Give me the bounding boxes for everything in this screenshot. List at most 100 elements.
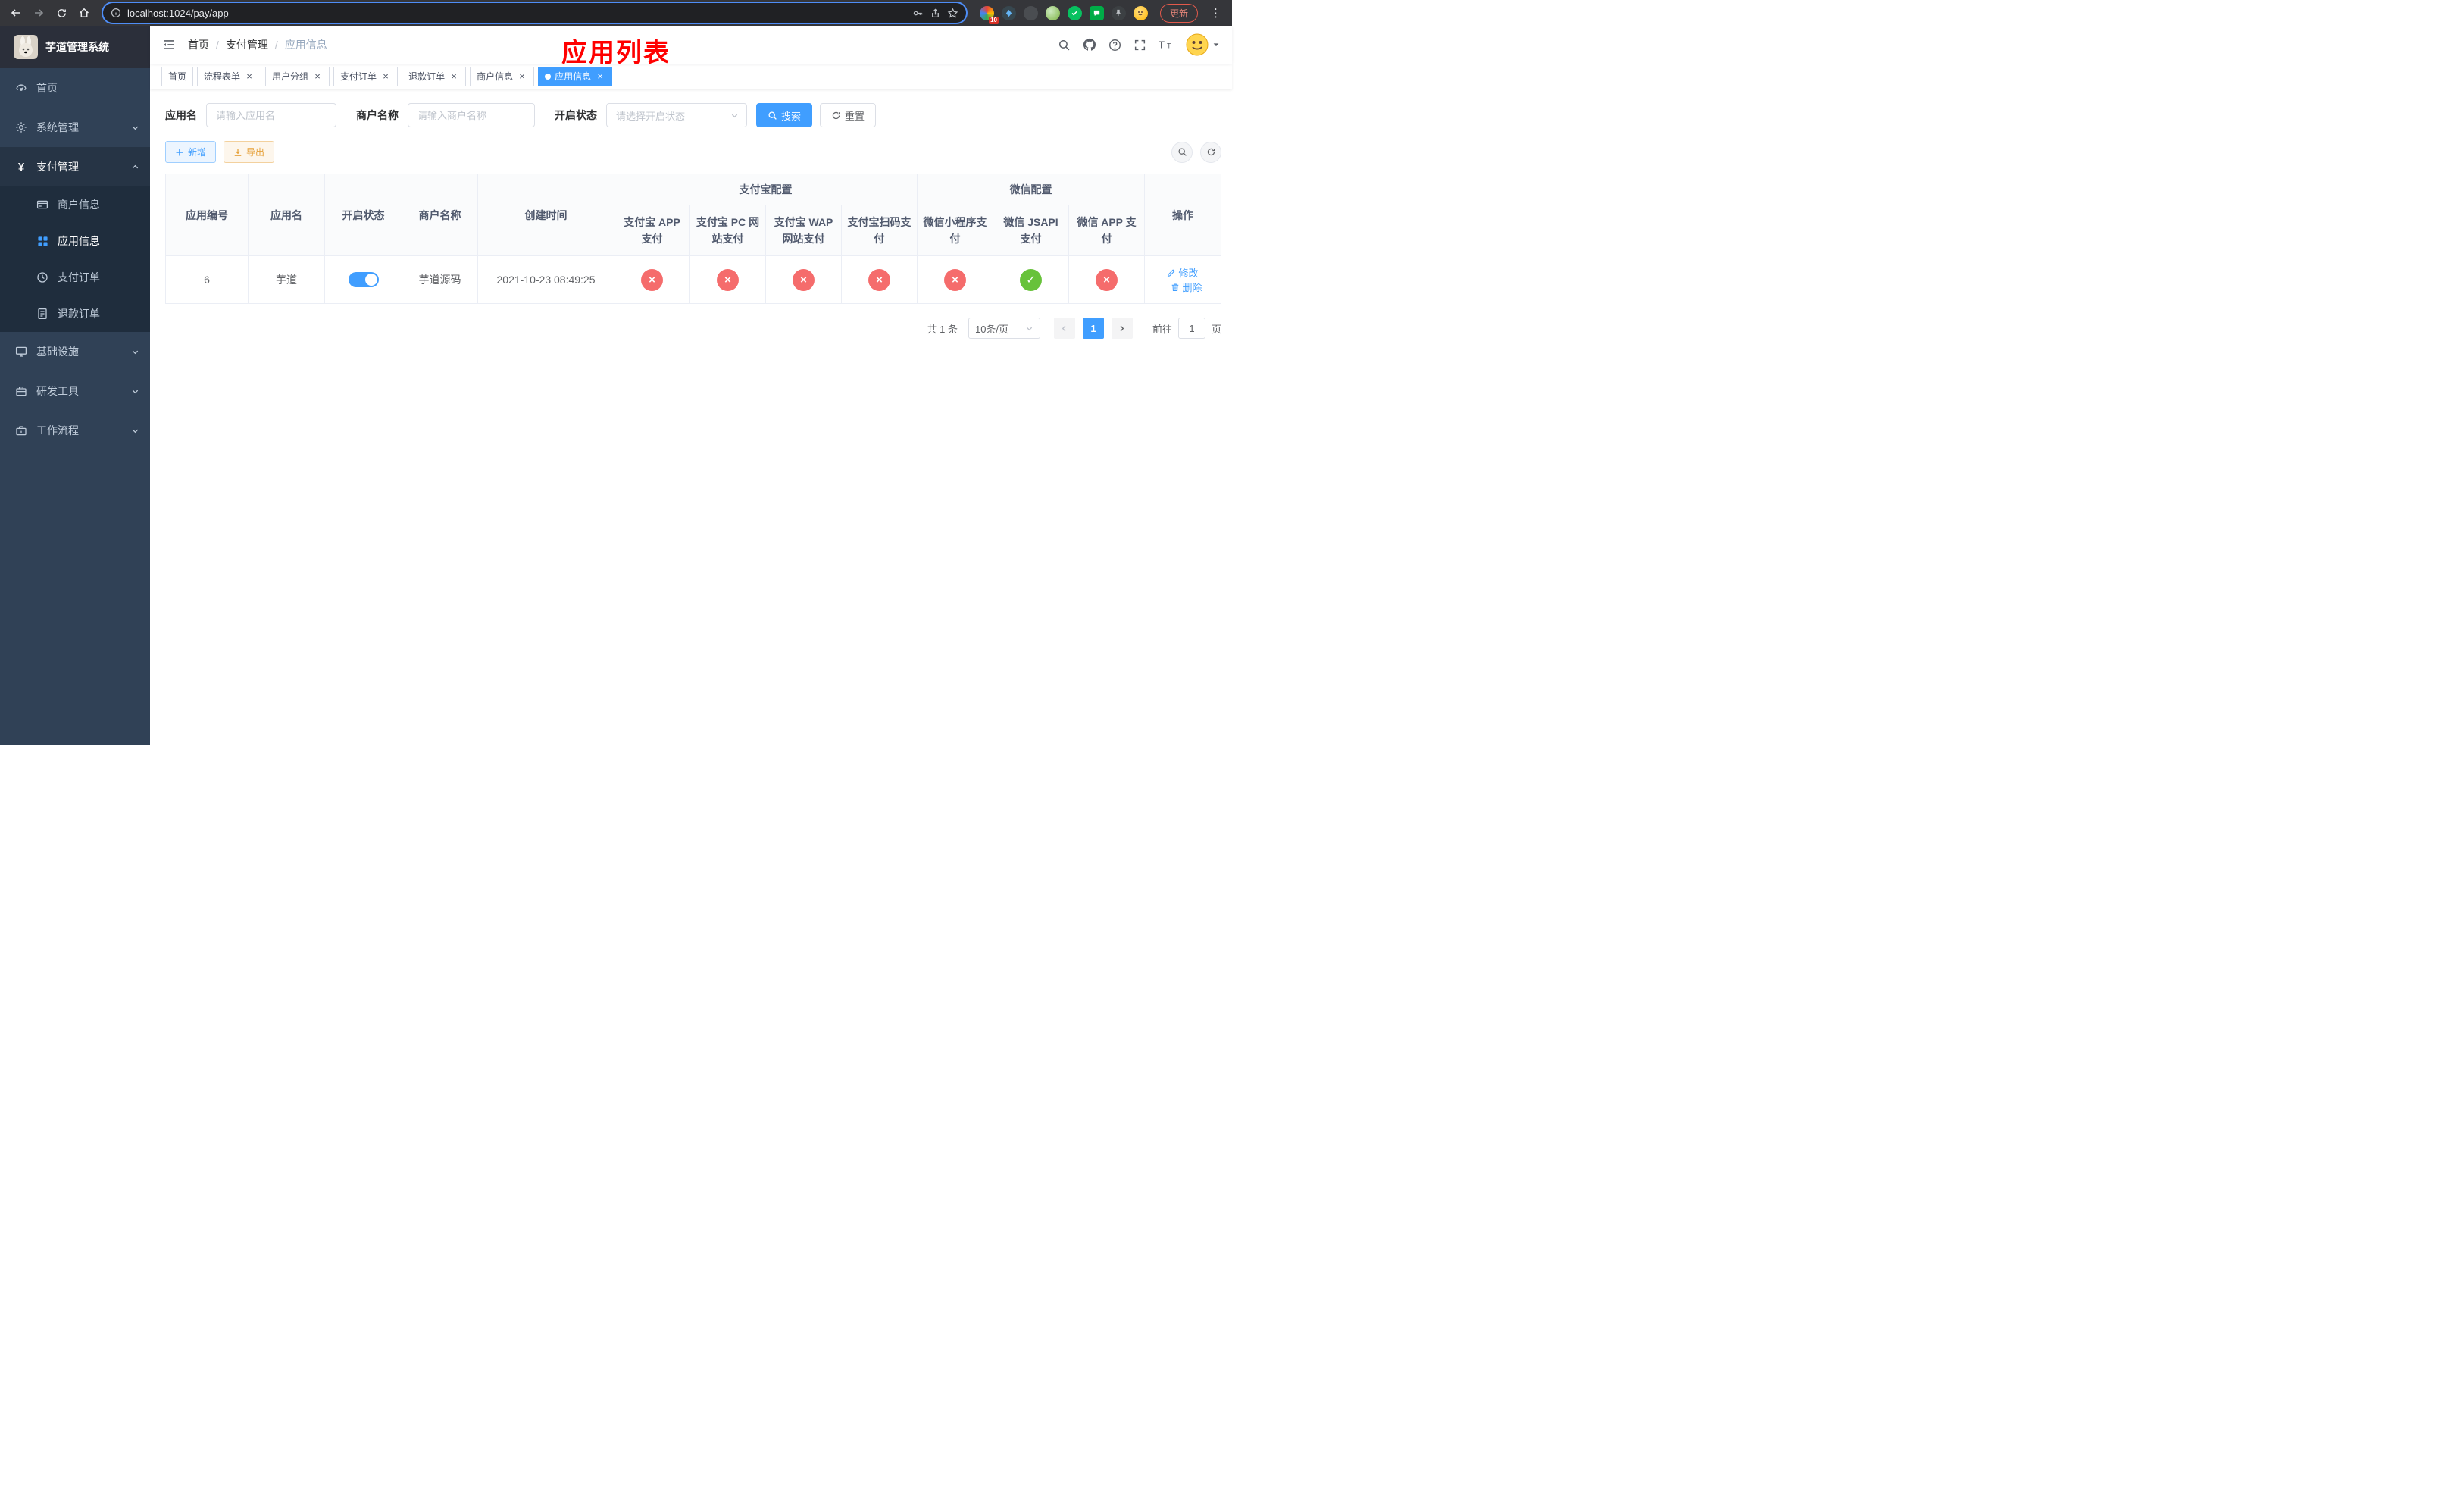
extension-wechat-devtools-icon[interactable] [1067, 5, 1082, 20]
breadcrumb-current: 应用信息 [284, 39, 327, 51]
refresh-table-button[interactable] [1200, 141, 1221, 163]
sidebar-item-payment[interactable]: ¥ 支付管理 [0, 147, 150, 186]
next-page-button[interactable] [1111, 318, 1133, 339]
sidebar-item-system[interactable]: 系统管理 [0, 108, 150, 147]
extension-blue-icon[interactable] [1001, 5, 1016, 20]
address-bar[interactable]: localhost:1024/pay/app [103, 3, 966, 23]
hamburger-icon[interactable] [162, 38, 176, 52]
col-app-name: 应用名 [248, 174, 325, 256]
password-key-icon[interactable] [912, 8, 924, 19]
tab-merchant-info[interactable]: 商户信息 × [470, 66, 535, 86]
caret-down-icon [1212, 41, 1220, 49]
user-menu[interactable] [1186, 33, 1220, 56]
browser-back-button[interactable] [6, 3, 26, 23]
reset-button[interactable]: 重置 [820, 103, 877, 127]
cell-actions: 修改 删除 [1144, 255, 1221, 304]
chevron-down-icon [1026, 327, 1033, 330]
goto-page-input[interactable] [1177, 318, 1205, 339]
top-navbar: 首页 / 支付管理 / 应用信息 T T [150, 26, 1232, 64]
browser-reload-button[interactable] [52, 3, 71, 23]
navbar-actions: TT [1058, 33, 1220, 56]
header-search-icon[interactable] [1058, 39, 1071, 52]
fullscreen-icon[interactable] [1134, 39, 1146, 52]
extension-chat-icon[interactable] [1089, 5, 1104, 20]
extension-avatar-icon[interactable] [1045, 5, 1060, 20]
sidebar-item-refund-orders[interactable]: 退款订单 [0, 296, 150, 332]
delete-button[interactable]: 删除 [1171, 280, 1202, 294]
bookmark-star-icon[interactable] [947, 7, 958, 19]
search-icon [768, 111, 777, 120]
toggle-search-button[interactable] [1171, 141, 1193, 163]
status-label: 开启状态 [555, 109, 597, 121]
chevron-down-icon [731, 114, 738, 117]
browser-menu-button[interactable]: ⋮ [1205, 6, 1226, 20]
prev-page-button[interactable] [1053, 318, 1075, 339]
page-number-1[interactable]: 1 [1082, 318, 1104, 339]
close-icon[interactable]: × [595, 71, 605, 82]
tab-refund-orders[interactable]: 退款订单 × [402, 66, 467, 86]
cell-app-id: 6 [165, 255, 249, 304]
merchant-name-input[interactable] [408, 103, 535, 127]
breadcrumb-home[interactable]: 首页 [188, 37, 209, 52]
extension-dark-icon[interactable] [1023, 5, 1038, 20]
status-select[interactable]: 请选择开启状态 [606, 103, 747, 127]
extension-badge: 10 [989, 16, 999, 24]
sidebar-item-label: 支付订单 [58, 271, 100, 283]
search-button[interactable]: 搜索 [756, 103, 813, 127]
tab-user-group[interactable]: 用户分组 × [265, 66, 330, 86]
col-alipay-wap: 支付宝 WAP 网站支付 [765, 205, 842, 256]
wechat-jsapi-status-icon: ✓ [1020, 268, 1042, 291]
sidebar-item-merchant-info[interactable]: 商户信息 [0, 186, 150, 223]
sidebar-item-label: 工作流程 [36, 424, 79, 437]
enabled-toggle[interactable] [348, 272, 379, 287]
extension-emoji-icon[interactable] [1133, 5, 1148, 20]
page-size-select[interactable]: 10条/页 [968, 318, 1040, 339]
add-button[interactable]: 新增 [165, 141, 217, 163]
close-icon[interactable]: × [312, 71, 323, 82]
alipay-qr-status-icon: × [868, 268, 890, 291]
payment-submenu: 商户信息 应用信息 支付订单 退款订单 [0, 186, 150, 332]
extension-pin-icon[interactable] [1111, 5, 1126, 20]
extension-colorful-icon[interactable]: 10 [979, 5, 999, 24]
browser-forward-button[interactable] [29, 3, 48, 23]
sidebar-item-label: 商户信息 [58, 199, 100, 211]
alipay-wap-status-icon: × [793, 268, 815, 291]
close-icon[interactable]: × [449, 71, 459, 82]
app-name-input[interactable] [206, 103, 336, 127]
edit-button[interactable]: 修改 [1167, 265, 1199, 280]
font-size-icon[interactable]: TT [1159, 39, 1174, 51]
grid-icon [36, 235, 48, 247]
order-clock-icon [36, 271, 48, 283]
sidebar-logo[interactable]: 芋道管理系统 [0, 26, 150, 68]
sidebar-item-workflow[interactable]: 工作流程 [0, 411, 150, 450]
monitor-icon [15, 346, 27, 358]
sidebar-item-label: 研发工具 [36, 385, 79, 397]
tab-process-form[interactable]: 流程表单 × [197, 66, 262, 86]
site-info-icon[interactable] [111, 8, 121, 18]
share-icon[interactable] [930, 8, 941, 19]
export-button[interactable]: 导出 [224, 141, 275, 163]
tab-pay-orders[interactable]: 支付订单 × [333, 66, 399, 86]
tab-app-info[interactable]: 应用信息 × [538, 66, 613, 86]
github-icon[interactable] [1083, 38, 1096, 52]
page-size-value: 10条/页 [974, 323, 1009, 335]
download-icon [234, 148, 242, 156]
app-shell: 芋道管理系统 首页 系统管理 ¥ 支付管理 商户信息 应用信息 支付订单 退款订… [0, 26, 1232, 745]
col-alipay-qr: 支付宝扫码支付 [841, 205, 918, 256]
sidebar-item-home[interactable]: 首页 [0, 68, 150, 108]
breadcrumb-payment[interactable]: 支付管理 [226, 37, 268, 52]
yen-icon: ¥ [17, 160, 25, 174]
sidebar-item-app-info[interactable]: 应用信息 [0, 223, 150, 259]
sidebar-item-dev-tools[interactable]: 研发工具 [0, 371, 150, 411]
app-name-label: 应用名 [165, 109, 197, 121]
tab-home[interactable]: 首页 [161, 66, 194, 86]
sidebar-item-infra[interactable]: 基础设施 [0, 332, 150, 371]
close-icon[interactable]: × [517, 71, 527, 82]
help-icon[interactable] [1108, 39, 1121, 52]
close-icon[interactable]: × [380, 71, 391, 82]
page-content: 应用名 商户名称 开启状态 请选择开启状态 搜索 重置 [150, 89, 1232, 745]
sidebar-item-pay-orders[interactable]: 支付订单 [0, 259, 150, 296]
browser-home-button[interactable] [74, 3, 94, 23]
browser-update-button[interactable]: 更新 [1159, 3, 1198, 23]
close-icon[interactable]: × [244, 71, 255, 82]
